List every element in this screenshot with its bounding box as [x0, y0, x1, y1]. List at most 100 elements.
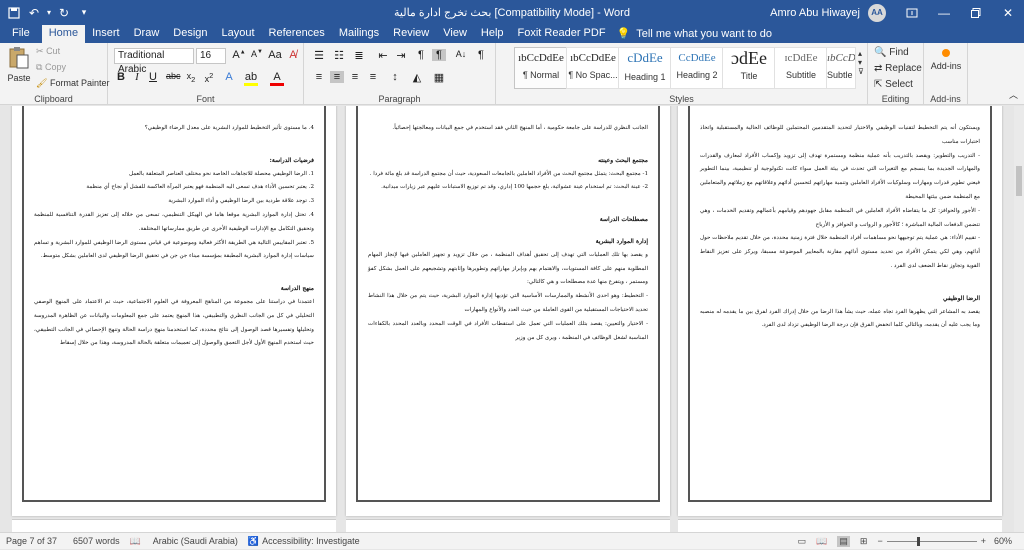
zoom-in-icon[interactable]: + — [981, 536, 986, 546]
paragraph[interactable] — [368, 195, 648, 205]
strikethrough-icon[interactable]: abc — [166, 71, 181, 81]
paragraph[interactable]: - الاختيار والتعيين: يقصد بتلك العمليات … — [368, 318, 648, 346]
paragraph[interactable]: 5. تعتبر المقاييس التالية هي الطريقة الأ… — [34, 237, 314, 265]
paragraph[interactable]: - الأجور والحوافز: كل ما يتقاضاه الأفراد… — [700, 205, 980, 233]
tab-review[interactable]: Review — [386, 25, 436, 43]
document-canvas[interactable]: ويستكون أنه يتم التخطيط لتقنيات الوظيفي … — [0, 106, 1024, 532]
scrollbar-thumb[interactable] — [1016, 166, 1022, 196]
paragraph[interactable] — [34, 136, 314, 146]
grow-font-icon[interactable]: A▲ — [232, 49, 246, 61]
rtl-direction-icon[interactable]: ¶ — [432, 49, 446, 61]
font-name-select[interactable]: Traditional Arabic — [114, 48, 194, 75]
font-size-select[interactable]: 16 — [196, 48, 226, 64]
undo-dropdown-icon[interactable]: ▾ — [44, 3, 54, 23]
line-spacing-icon[interactable]: ↕ — [388, 71, 402, 83]
page-left[interactable]: ويستكون أنه يتم التخطيط لتقنيات الوظيفي … — [678, 106, 1002, 516]
zoom-slider[interactable] — [886, 536, 977, 546]
print-layout-icon[interactable]: ▤ — [837, 535, 850, 547]
align-left-icon[interactable]: ≡ — [312, 71, 326, 83]
proofing-icon[interactable]: 📖 — [130, 536, 141, 547]
paragraph[interactable]: - التدريب والتطوير: ويقصد بالتدريب بأنه … — [700, 150, 980, 205]
tab-mailings[interactable]: Mailings — [332, 25, 386, 43]
show-formatting-icon[interactable]: ¶ — [474, 49, 488, 61]
tab-help[interactable]: Help — [474, 25, 511, 43]
paragraph[interactable]: الجانب النظري للدراسة على جامعة حكومية ،… — [368, 122, 648, 136]
accessibility-status[interactable]: Accessibility: Investigate — [262, 536, 360, 546]
ribbon-display-options-icon[interactable] — [896, 0, 928, 25]
borders-icon[interactable]: ▦ — [432, 71, 446, 84]
save-icon[interactable] — [4, 3, 24, 23]
shrink-font-icon[interactable]: A▼ — [250, 49, 264, 59]
style-heading-1[interactable]: cDdEe Heading 1 — [618, 47, 672, 89]
tab-view[interactable]: View — [436, 25, 474, 43]
paragraph[interactable]: 2. يعتبر تحسين الأداء هدف تسعى اليه المن… — [34, 181, 314, 195]
word-count[interactable]: 6507 words — [73, 536, 120, 546]
increase-indent-icon[interactable]: ⇥ — [394, 49, 408, 62]
bullets-icon[interactable]: ☰ — [312, 49, 326, 62]
focus-mode-icon[interactable]: ▭ — [798, 536, 807, 547]
tab-references[interactable]: References — [262, 25, 332, 43]
format-painter-button[interactable]: 🖌 Format Painter — [36, 78, 109, 89]
find-button[interactable]: 🔍 Find — [874, 47, 909, 58]
page-text[interactable]: 4. ما مستوى تأثير التخطيط للموارد البشري… — [34, 122, 314, 351]
style-title[interactable]: ɔdEe Title — [722, 47, 776, 89]
multilevel-list-icon[interactable]: ≣ — [352, 49, 366, 62]
paragraph[interactable]: الرضا الوظيفي — [700, 292, 980, 306]
numbering-icon[interactable]: ☷ — [332, 49, 346, 62]
paragraph[interactable]: إدارة الموارد البشرية — [368, 235, 648, 249]
paragraph[interactable]: يقصد به المشاعر التي يظهرها الفرد تجاه ع… — [700, 306, 980, 334]
paragraph[interactable]: 1- مجتمع البحث: يتمثل مجتمع البحث من الأ… — [368, 168, 648, 182]
paragraph[interactable]: - تقييم الأداء: هي عملية يتم توجيهها نحو… — [700, 232, 980, 273]
paragraph[interactable]: مجتمع البحث وعينته — [368, 154, 648, 168]
cut-button[interactable]: ✂ Cut — [36, 46, 60, 57]
paragraph[interactable]: منهج الدراسة — [34, 282, 314, 296]
align-right-icon[interactable]: ≡ — [348, 71, 362, 83]
italic-icon[interactable]: I — [130, 71, 144, 83]
style-normal[interactable]: ıbCcDdEe ¶ Normal — [514, 47, 568, 89]
underline-icon[interactable]: U — [146, 71, 160, 83]
web-layout-icon[interactable]: ⊞ — [860, 536, 868, 547]
superscript-icon[interactable]: x2 — [202, 71, 216, 84]
minimize-icon[interactable]: — — [928, 0, 960, 25]
replace-button[interactable]: ⇄ Replace — [874, 63, 922, 74]
style-no-spacing[interactable]: ıbCcDdEe ¶ No Spac... — [566, 47, 620, 89]
style-subtitle[interactable]: ɪcDdEe Subtitle — [774, 47, 828, 89]
read-mode-icon[interactable]: 📖 — [816, 536, 827, 547]
clear-formatting-icon[interactable]: A̸ — [286, 49, 300, 61]
align-center-icon[interactable]: ≡ — [330, 71, 344, 83]
change-case-icon[interactable]: Aa — [268, 49, 282, 61]
decrease-indent-icon[interactable]: ⇤ — [376, 49, 390, 62]
language-status[interactable]: Arabic (Saudi Arabia) — [153, 536, 238, 546]
collapse-ribbon-icon[interactable]: ︿ — [1009, 88, 1018, 101]
accessibility-icon[interactable]: ♿ — [248, 536, 259, 547]
page-middle[interactable]: الجانب النظري للدراسة على جامعة حكومية ،… — [346, 106, 670, 516]
addins-button[interactable]: Add-ins — [928, 47, 964, 71]
paragraph[interactable]: 1. الرضا الوظيفي محصلة للاتجاهات الخاصة … — [34, 168, 314, 182]
undo-icon[interactable]: ↶ — [24, 3, 44, 23]
sort-icon[interactable]: A↓ — [454, 49, 468, 59]
paragraph[interactable]: 4. ما مستوى تأثير التخطيط للموارد البشري… — [34, 122, 314, 136]
styles-scroll-icon[interactable]: ▴ ▾ ⊽ — [858, 49, 864, 76]
paragraph[interactable]: فرضيات الدراسة: — [34, 154, 314, 168]
tab-draw[interactable]: Draw — [127, 25, 167, 43]
justify-icon[interactable]: ≡ — [366, 71, 380, 83]
text-effects-icon[interactable]: A — [222, 71, 236, 83]
avatar[interactable]: AA — [868, 3, 886, 22]
paragraph[interactable]: - التخطيط: وهو احدى الأنشطة والممارسات ا… — [368, 290, 648, 318]
tab-foxit[interactable]: Foxit Reader PDF — [511, 25, 613, 43]
paragraph[interactable]: مصطلحات الدراسة — [368, 213, 648, 227]
font-color-icon[interactable]: A — [270, 71, 284, 86]
paragraph[interactable]: و يقصد بها تلك العمليات التي تهدف إلى تح… — [368, 249, 648, 290]
paragraph[interactable]: ويستكون أنه يتم التخطيط لتقنيات الوظيفي … — [700, 122, 980, 150]
close-icon[interactable]: ✕ — [992, 0, 1024, 25]
restore-icon[interactable] — [960, 0, 992, 25]
page-count[interactable]: Page 7 of 37 — [6, 536, 57, 546]
tab-layout[interactable]: Layout — [215, 25, 262, 43]
vertical-scrollbar[interactable] — [1014, 106, 1024, 532]
paragraph[interactable]: اعتمدنا في دراستنا على مجموعة من المناهج… — [34, 296, 314, 351]
bold-icon[interactable]: B — [114, 71, 128, 83]
copy-button[interactable]: ⧉ Copy — [36, 62, 66, 73]
page-text[interactable]: الجانب النظري للدراسة على جامعة حكومية ،… — [368, 122, 648, 345]
paragraph[interactable] — [700, 274, 980, 284]
highlight-icon[interactable]: ab — [244, 71, 258, 86]
